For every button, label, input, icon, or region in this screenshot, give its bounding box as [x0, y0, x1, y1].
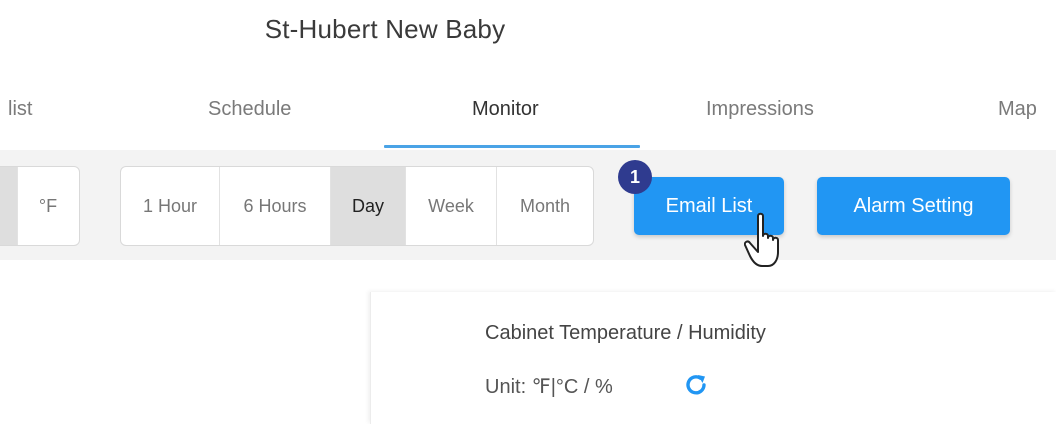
unit-toggle: °F — [0, 166, 80, 246]
time-range-selector: 1 Hour 6 Hours Day Week Month — [120, 166, 594, 246]
tab-list[interactable]: list — [8, 98, 32, 121]
range-month[interactable]: Month — [497, 167, 593, 245]
range-6-hours[interactable]: 6 Hours — [220, 167, 331, 245]
toolbar: °F 1 Hour 6 Hours Day Week Month Email L… — [0, 150, 1056, 260]
tab-bar: list Schedule Monitor Impressions Map — [0, 80, 1056, 150]
tab-schedule[interactable]: Schedule — [208, 98, 291, 121]
tab-map[interactable]: Map — [998, 98, 1037, 121]
left-panel — [0, 260, 356, 424]
range-week[interactable]: Week — [406, 167, 497, 245]
tab-impressions[interactable]: Impressions — [706, 98, 814, 121]
range-1-hour[interactable]: 1 Hour — [121, 167, 220, 245]
monitor-page: St-Hubert New Baby list Schedule Monitor… — [0, 0, 1056, 424]
alarm-setting-button[interactable]: Alarm Setting — [817, 177, 1010, 235]
tab-monitor[interactable]: Monitor — [472, 98, 539, 121]
temperature-humidity-card: Cabinet Temperature / Humidity Unit: ℉|°… — [370, 292, 1056, 424]
page-title: St-Hubert New Baby — [264, 14, 506, 44]
active-tab-indicator — [384, 145, 640, 148]
unit-option-celsius[interactable] — [0, 167, 18, 245]
unit-option-fahrenheit[interactable]: °F — [18, 167, 78, 245]
card-title: Cabinet Temperature / Humidity — [485, 322, 766, 344]
pointer-cursor-icon — [743, 212, 800, 277]
refresh-icon[interactable] — [683, 372, 709, 403]
card-unit-label: Unit: ℉|°C / % — [485, 376, 613, 398]
step-badge: 1 — [618, 160, 652, 194]
range-day[interactable]: Day — [331, 167, 406, 245]
